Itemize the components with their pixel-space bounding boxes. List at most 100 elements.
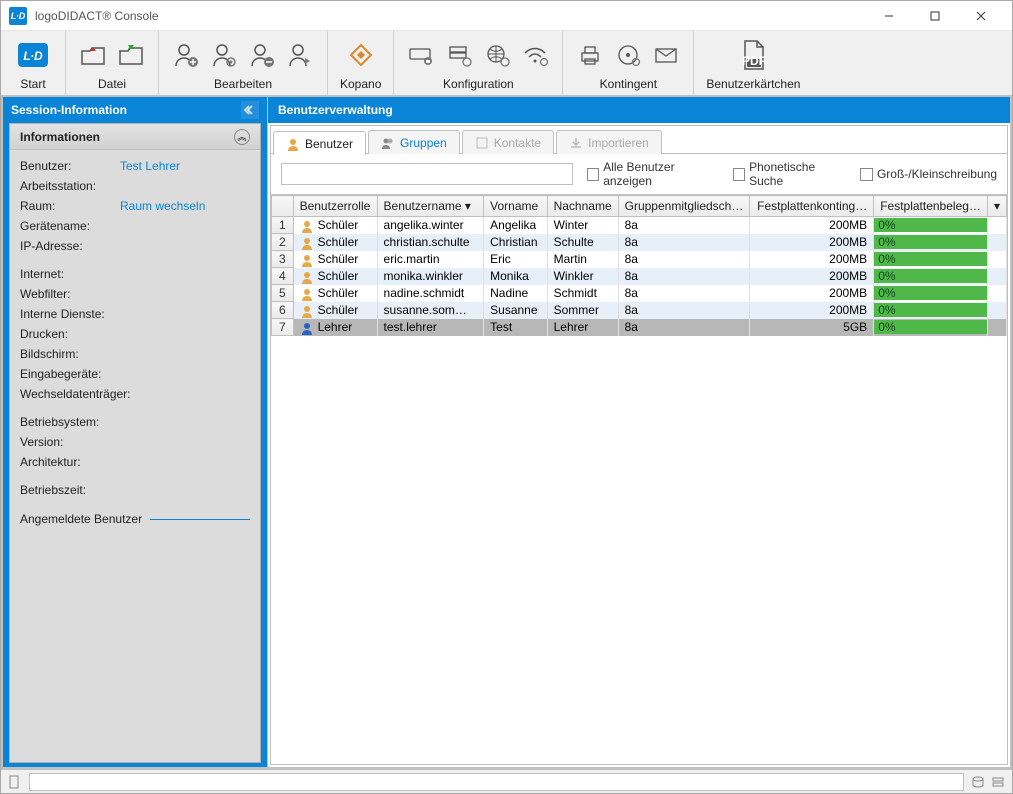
table-row[interactable]: 3Schülereric.martinEricMartin8a200MB0% <box>272 251 1007 268</box>
cell-rolle: Schüler <box>293 251 377 268</box>
content-title: Benutzerverwaltung <box>278 103 393 117</box>
tool-label-kopano: Kopano <box>340 75 381 91</box>
checkbox-phonetische[interactable]: Phonetische Suche <box>733 160 846 188</box>
status-doc-icon[interactable] <box>7 774 23 790</box>
table-row[interactable]: 4Schülermonika.winklerMonikaWinkler8a200… <box>272 268 1007 285</box>
user-role-icon <box>300 253 314 267</box>
label-os: Betriebsystem: <box>20 415 120 429</box>
label-eingabe: Eingabegeräte: <box>20 367 120 381</box>
mail-icon[interactable] <box>651 40 681 70</box>
cell-benutzername: christian.schulte <box>377 234 484 251</box>
disk-icon[interactable] <box>613 40 643 70</box>
session-info-title: Session-Information <box>11 103 127 117</box>
table-row[interactable]: 7Lehrertest.lehrerTestLehrer8a5GB0% <box>272 319 1007 336</box>
app-icon: L∙D <box>9 7 27 25</box>
checkbox-gross-klein[interactable]: Groß-/Kleinschreibung <box>860 167 997 181</box>
tool-group-konfiguration[interactable]: Konfiguration <box>394 31 563 95</box>
cell-gruppen: 8a <box>618 217 750 234</box>
cell-gruppen: 8a <box>618 319 750 336</box>
status-db-icon[interactable] <box>970 774 986 790</box>
printer-icon[interactable] <box>575 40 605 70</box>
tool-label-bearbeiten: Bearbeiten <box>214 75 272 91</box>
tool-group-start[interactable]: L∙D Start <box>1 31 66 95</box>
start-icon: L∙D <box>13 35 53 75</box>
maximize-button[interactable] <box>912 1 958 31</box>
cell-vorname: Eric <box>484 251 547 268</box>
divider <box>150 519 250 520</box>
value-benutzer[interactable]: Test Lehrer <box>120 159 180 173</box>
tool-group-kopano[interactable]: Kopano <box>328 31 394 95</box>
user-share-icon[interactable] <box>285 40 315 70</box>
tab-benutzer[interactable]: Benutzer <box>273 131 366 155</box>
info-panel-title: Informationen <box>20 130 100 144</box>
cell-rownum: 2 <box>272 234 294 251</box>
tool-label-benutzerkaertchen: Benutzerkärtchen <box>706 75 800 91</box>
cell-cfg <box>987 251 1006 268</box>
cell-vorname: Susanne <box>484 302 547 319</box>
info-body: Benutzer:Test Lehrer Arbeitsstation: Rau… <box>10 150 260 536</box>
cell-gruppen: 8a <box>618 302 750 319</box>
cell-rolle: Lehrer <box>293 319 377 336</box>
cell-cfg <box>987 268 1006 285</box>
col-quota[interactable]: Festplattenkonting… <box>750 196 874 217</box>
minimize-button[interactable] <box>866 1 912 31</box>
cell-usage: 0% <box>874 234 988 251</box>
tab-kontakte[interactable]: Kontakte <box>462 130 554 154</box>
tab-importieren[interactable]: Importieren <box>556 130 662 154</box>
cell-rownum: 5 <box>272 285 294 302</box>
import-icon <box>569 136 583 150</box>
server-gear-icon[interactable] <box>444 40 474 70</box>
cell-nachname: Sommer <box>547 302 618 319</box>
col-vorname[interactable]: Vorname <box>484 196 547 217</box>
col-rolle[interactable]: Benutzerrolle <box>293 196 377 217</box>
label-drucken: Drucken: <box>20 327 120 341</box>
content-area: Benutzerverwaltung Benutzer Gruppen Kont… <box>267 97 1010 767</box>
col-nachname[interactable]: Nachname <box>547 196 618 217</box>
cell-vorname: Christian <box>484 234 547 251</box>
table-row[interactable]: 6Schülersusanne.som…SusanneSommer8a200MB… <box>272 302 1007 319</box>
cell-benutzername: monika.winkler <box>377 268 484 285</box>
table-row[interactable]: 5Schülernadine.schmidtNadineSchmidt8a200… <box>272 285 1007 302</box>
cell-vorname: Monika <box>484 268 547 285</box>
user-role-icon <box>300 219 314 233</box>
wifi-gear-icon[interactable] <box>520 40 550 70</box>
label-internet: Internet: <box>20 267 120 281</box>
cell-gruppen: 8a <box>618 251 750 268</box>
user-gear-icon[interactable] <box>209 40 239 70</box>
user-role-icon <box>300 304 314 318</box>
tool-group-benutzerkaertchen[interactable]: PDF Benutzerkärtchen <box>694 31 812 95</box>
folder-open-down-icon[interactable] <box>116 40 146 70</box>
tool-group-kontingent[interactable]: Kontingent <box>563 31 694 95</box>
cell-quota: 200MB <box>750 268 874 285</box>
status-stack-icon[interactable] <box>990 774 1006 790</box>
search-input[interactable] <box>281 163 573 185</box>
close-button[interactable] <box>958 1 1004 31</box>
col-usage[interactable]: Festplattenbeleg… <box>874 196 988 217</box>
table-row[interactable]: 1Schülerangelika.winterAngelikaWinter8a2… <box>272 217 1007 234</box>
cell-gruppen: 8a <box>618 268 750 285</box>
cell-nachname: Martin <box>547 251 618 268</box>
tool-group-datei[interactable]: Datei <box>66 31 159 95</box>
col-rownum[interactable] <box>272 196 294 217</box>
table-row[interactable]: 2Schülerchristian.schulteChristianSchult… <box>272 234 1007 251</box>
tool-label-start: Start <box>20 75 45 91</box>
user-remove-icon[interactable] <box>247 40 277 70</box>
col-config-icon[interactable]: ▾ <box>987 196 1006 217</box>
contacts-icon <box>475 136 489 150</box>
info-panel-header[interactable]: Informationen ︽ <box>10 124 260 150</box>
checkbox-alle-benutzer[interactable]: Alle Benutzer anzeigen <box>587 160 719 188</box>
cell-rolle: Schüler <box>293 285 377 302</box>
col-benutzername[interactable]: Benutzername ▾ <box>377 196 484 217</box>
folder-open-up-icon[interactable] <box>78 40 108 70</box>
user-add-icon[interactable] <box>171 40 201 70</box>
cell-cfg <box>987 217 1006 234</box>
globe-gear-icon[interactable] <box>482 40 512 70</box>
tab-gruppen[interactable]: Gruppen <box>368 130 460 154</box>
keyboard-lock-icon[interactable] <box>406 40 436 70</box>
collapse-sidebar-icon[interactable] <box>241 101 259 119</box>
cell-rolle: Schüler <box>293 268 377 285</box>
link-raum-wechseln[interactable]: Raum wechseln <box>120 199 205 213</box>
cell-rownum: 7 <box>272 319 294 336</box>
tool-group-bearbeiten[interactable]: Bearbeiten <box>159 31 328 95</box>
col-gruppen[interactable]: Gruppenmitgliedsch… <box>618 196 750 217</box>
